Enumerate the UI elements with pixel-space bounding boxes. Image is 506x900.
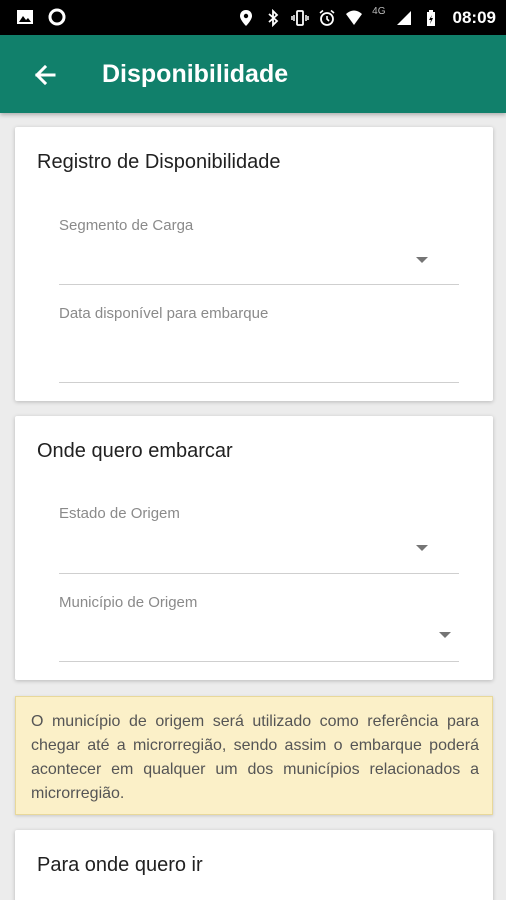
status-time: 08:09 — [452, 7, 496, 27]
network-type: 4G — [372, 6, 386, 17]
card-origem: Onde quero embarcar Estado de Origem Mun… — [15, 416, 493, 680]
segmento-carga-dropdown[interactable] — [59, 242, 459, 282]
card-registro-title: Registro de Disponibilidade — [37, 151, 281, 173]
data-embarque-underline — [59, 382, 459, 383]
chevron-down-icon[interactable] — [416, 257, 428, 263]
status-right: 4G 08:09 — [237, 0, 496, 35]
battery-icon — [426, 9, 435, 26]
signal-icon — [396, 10, 411, 25]
card-destino-title: Para onde quero ir — [37, 854, 203, 876]
info-text: O município de origem será utilizado com… — [31, 713, 479, 802]
bluetooth-icon — [268, 8, 279, 27]
location-icon — [240, 9, 253, 26]
municipio-origem-underline — [59, 661, 459, 662]
estado-origem-label: Estado de Origem — [59, 505, 180, 522]
page-title: Disponibilidade — [102, 60, 289, 88]
app-bar: Disponibilidade — [0, 35, 506, 113]
image-icon — [17, 10, 33, 24]
estado-origem-dropdown[interactable] — [59, 531, 459, 571]
card-origem-title: Onde quero embarcar — [37, 440, 233, 462]
chevron-down-icon[interactable] — [416, 545, 428, 551]
card-destino: Para onde quero ir — [15, 830, 493, 900]
status-left-icons — [16, 8, 66, 26]
arrow-back-icon[interactable] — [30, 60, 60, 90]
chevron-down-icon[interactable] — [439, 632, 451, 638]
municipio-origem-dropdown[interactable] — [59, 620, 459, 660]
wifi-icon — [346, 10, 363, 25]
circle-icon — [48, 8, 66, 26]
data-embarque-label: Data disponível para embarque — [59, 305, 269, 322]
estado-origem-underline — [59, 573, 459, 574]
vibrate-icon — [291, 9, 309, 26]
card-registro: Registro de Disponibilidade Segmento de … — [15, 127, 493, 401]
alarm-icon — [319, 9, 335, 26]
info-box: O município de origem será utilizado com… — [15, 696, 493, 815]
segmento-carga-label: Segmento de Carga — [59, 217, 194, 234]
data-embarque-field[interactable] — [59, 332, 459, 372]
municipio-origem-label: Município de Origem — [59, 594, 198, 611]
segmento-carga-underline — [59, 284, 459, 285]
status-bar: 4G 08:09 — [0, 0, 506, 35]
